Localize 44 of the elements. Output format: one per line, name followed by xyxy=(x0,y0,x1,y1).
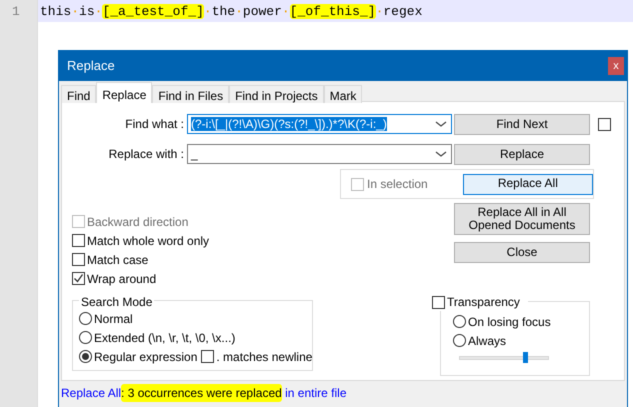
button[interactable]: Find Next xyxy=(454,114,590,135)
radio-button[interactable] xyxy=(79,331,92,344)
option-label: Transparency xyxy=(447,294,520,311)
line-number: 1 xyxy=(0,0,38,407)
tab[interactable]: Replace xyxy=(96,82,152,103)
option-label: Extended (\n, \r, \t, \0, \x...) xyxy=(94,330,236,346)
radio-button[interactable] xyxy=(79,350,92,363)
option-label: Match whole word only xyxy=(87,232,210,250)
slider-thumb[interactable] xyxy=(523,352,528,363)
tab[interactable]: Mark xyxy=(324,85,362,103)
field-label: Find what : xyxy=(124,116,185,133)
radio-button[interactable] xyxy=(453,315,466,328)
option-label: Backward direction xyxy=(87,214,188,230)
option-label: In selection xyxy=(367,176,429,193)
radio-button[interactable] xyxy=(79,312,92,325)
option-label: Match case xyxy=(87,252,148,268)
button[interactable]: Replace All xyxy=(462,174,593,194)
window-title: Replace xyxy=(67,57,115,76)
status-message: Replace All: 3 occurrences were replaced in entire file xyxy=(60,383,348,404)
radio-button[interactable] xyxy=(453,334,466,347)
combo-field[interactable]: (?-i:\[_|(?!\A)\G)(?s:(?!_\]).)*?\K(?-i:_) xyxy=(187,114,452,134)
option-label: Regular expression xyxy=(94,348,198,366)
button[interactable]: Close xyxy=(454,242,590,263)
dropdown-icon[interactable] xyxy=(434,119,448,129)
checkbox[interactable] xyxy=(432,296,445,308)
combo-field[interactable]: _ xyxy=(187,144,452,164)
window-close-button[interactable]: x xyxy=(608,57,624,75)
tab[interactable]: Find xyxy=(61,85,96,103)
tab[interactable]: Find in Files xyxy=(152,85,230,103)
option-label: Wrap around xyxy=(87,270,156,288)
checkbox[interactable] xyxy=(72,234,85,247)
option-label: On losing focus xyxy=(468,314,551,330)
dropdown-icon[interactable] xyxy=(434,149,448,159)
checkbox[interactable] xyxy=(72,253,85,266)
option-label: . matches newline xyxy=(216,348,312,366)
checkbox[interactable] xyxy=(201,350,214,363)
button[interactable]: Replace All in All Opened Documents xyxy=(454,203,590,235)
option-label: Normal xyxy=(94,310,133,328)
button[interactable]: Replace xyxy=(454,144,590,165)
checkbox[interactable] xyxy=(598,118,611,131)
option-label: Always xyxy=(468,332,506,350)
tab[interactable]: Find in Projects xyxy=(229,85,324,103)
field-label: Replace with : xyxy=(108,146,185,163)
checkbox[interactable] xyxy=(72,272,85,285)
